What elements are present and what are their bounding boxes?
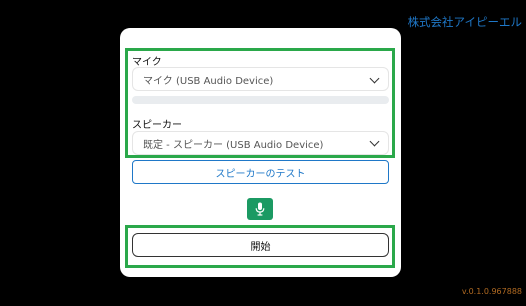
mic-select[interactable]: マイク (USB Audio Device) — [132, 67, 389, 91]
microphone-icon — [255, 202, 265, 216]
speaker-select[interactable]: 既定 - スピーカー (USB Audio Device) — [132, 131, 389, 155]
chevron-down-icon — [369, 136, 380, 147]
mic-toggle-button[interactable] — [247, 198, 273, 220]
version-label: v.0.1.0.967888 — [461, 287, 522, 296]
speaker-label: スピーカー — [132, 120, 182, 131]
speaker-select-value: 既定 - スピーカー (USB Audio Device) — [143, 139, 324, 151]
start-button[interactable]: 開始 — [132, 233, 389, 257]
mic-label: マイク — [132, 57, 162, 68]
mic-select-value: マイク (USB Audio Device) — [143, 75, 274, 87]
chevron-down-icon — [369, 73, 380, 84]
speaker-test-button[interactable]: スピーカーのテスト — [132, 160, 389, 184]
mic-level-meter — [132, 96, 389, 104]
company-brand: 株式会社アイピーエル — [407, 15, 522, 29]
